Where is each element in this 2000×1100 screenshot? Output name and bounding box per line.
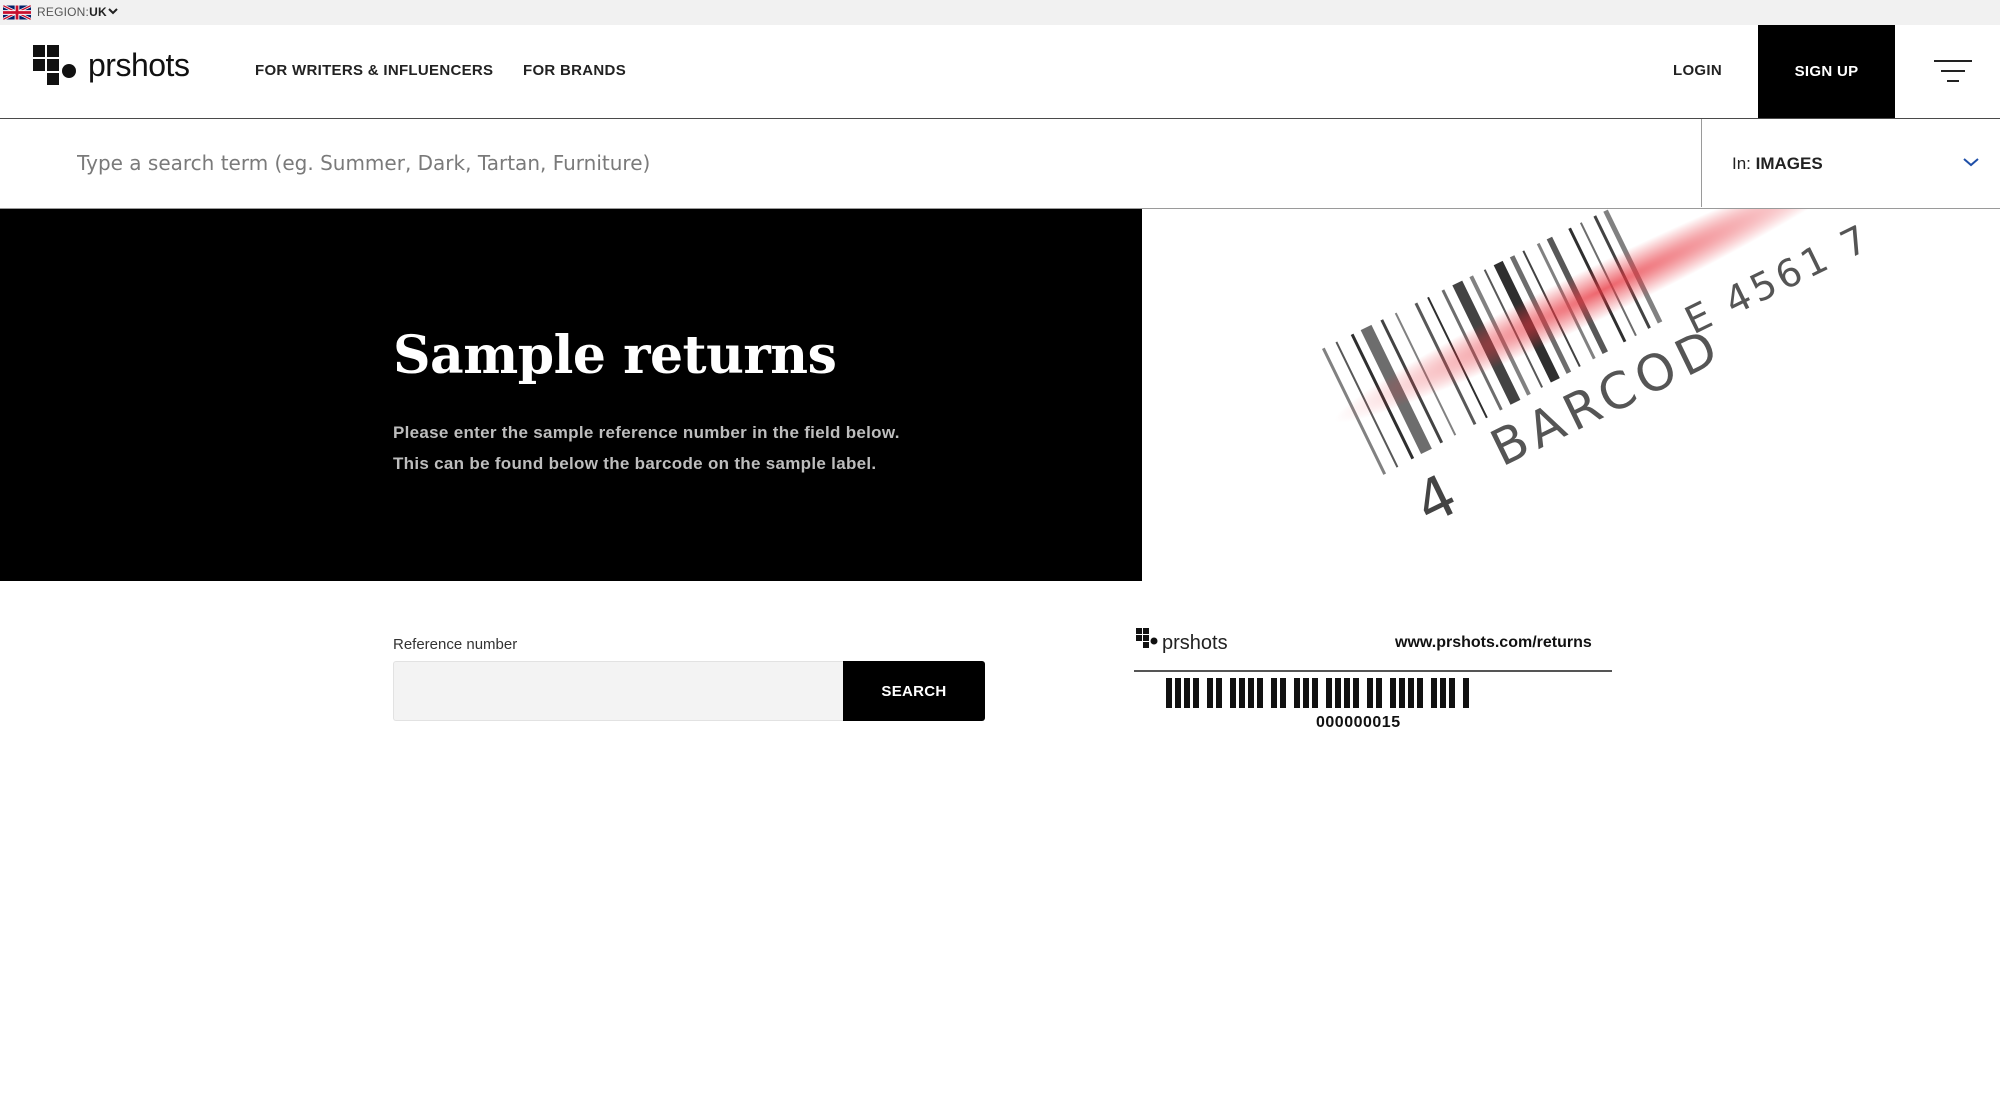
label-barcode-bar	[1390, 678, 1396, 708]
signup-button[interactable]: SIGN UP	[1758, 25, 1895, 118]
label-barcode-bar	[1239, 678, 1245, 708]
hero-description-line-2: This can be found below the barcode on t…	[393, 454, 877, 473]
page-title: Sample returns	[393, 325, 837, 386]
region-value: UK	[89, 5, 107, 19]
label-barcode-bar	[1408, 678, 1414, 708]
logo[interactable]: prshots	[33, 45, 193, 99]
chevron-down-icon[interactable]	[107, 5, 119, 17]
label-barcode-bar	[1449, 678, 1455, 708]
label-barcode-bar	[1344, 678, 1350, 708]
label-barcode-bar	[1431, 678, 1437, 708]
label-barcode-bar	[1207, 678, 1213, 708]
label-barcode-bar	[1166, 678, 1172, 708]
logo-mark-icon	[1136, 628, 1158, 648]
uk-flag-icon[interactable]	[3, 5, 31, 20]
hero-panel: Sample returns Please enter the sample r…	[0, 209, 1142, 581]
label-barcode-bar	[1216, 678, 1222, 708]
reference-number-label: Reference number	[393, 636, 518, 653]
nav-brands[interactable]: FOR BRANDS	[523, 62, 626, 79]
label-barcode-bar	[1257, 678, 1263, 708]
search-scope-select[interactable]: In: IMAGES	[1701, 119, 2000, 207]
label-barcode-bar	[1399, 678, 1405, 708]
label-barcode-bar	[1193, 678, 1199, 708]
label-reference-number: 000000015	[1316, 714, 1401, 731]
reference-number-input[interactable]	[393, 661, 843, 721]
region-bar: REGION:UK	[0, 0, 2000, 25]
label-barcode-bar	[1230, 678, 1236, 708]
scope-prefix: In:	[1732, 154, 1756, 173]
login-link[interactable]: LOGIN	[1673, 62, 1722, 79]
label-barcode-bar	[1440, 678, 1446, 708]
scope-value: IMAGES	[1755, 154, 1823, 173]
barcode-digit: 4	[1404, 461, 1467, 538]
label-barcode-bar	[1248, 678, 1254, 708]
label-barcode-bar	[1353, 678, 1359, 708]
barcode-illustration: 4 BARCOD E 4561 7	[1322, 155, 1878, 538]
label-barcode-bar	[1294, 678, 1300, 708]
search-input[interactable]	[0, 119, 1700, 207]
label-barcode-bar	[1326, 678, 1332, 708]
search-button[interactable]: SEARCH	[843, 661, 985, 721]
hero-barcode-image: 4 BARCOD E 4561 7	[1142, 155, 2000, 581]
label-barcode-bar	[1367, 678, 1373, 708]
label-barcode-bar	[1463, 678, 1469, 708]
label-barcode-bar	[1376, 678, 1382, 708]
label-barcode	[1166, 678, 1469, 708]
hero-description-line-1: Please enter the sample reference number…	[393, 423, 900, 442]
hero-description: Please enter the sample reference number…	[393, 417, 900, 479]
site-header: prshots FOR WRITERS & INFLUENCERS FOR BR…	[0, 25, 2000, 119]
search-bar: In: IMAGES	[0, 119, 2000, 209]
label-barcode-bar	[1280, 678, 1286, 708]
label-barcode-bar	[1175, 678, 1181, 708]
label-logo-text: prshots	[1162, 632, 1228, 654]
sample-label-example: prshots www.prshots.com/returns 00000001…	[1132, 624, 1612, 744]
label-url: www.prshots.com/returns	[1395, 634, 1592, 651]
logo-text: prshots	[88, 47, 190, 83]
region-selector[interactable]: REGION:UK	[37, 5, 107, 19]
label-barcode-bar	[1303, 678, 1309, 708]
logo-mark-icon	[33, 45, 76, 85]
label-barcode-bar	[1271, 678, 1277, 708]
nav-writers-influencers[interactable]: FOR WRITERS & INFLUENCERS	[255, 62, 493, 79]
label-divider	[1134, 670, 1612, 672]
scope-label: In: IMAGES	[1732, 154, 1823, 174]
label-barcode-bar	[1312, 678, 1318, 708]
label-barcode-bar	[1417, 678, 1423, 708]
region-label: REGION:	[37, 5, 90, 19]
label-barcode-bar	[1335, 678, 1341, 708]
hamburger-menu-icon[interactable]	[1934, 58, 1972, 84]
chevron-down-icon	[1963, 158, 1979, 167]
label-barcode-bar	[1184, 678, 1190, 708]
